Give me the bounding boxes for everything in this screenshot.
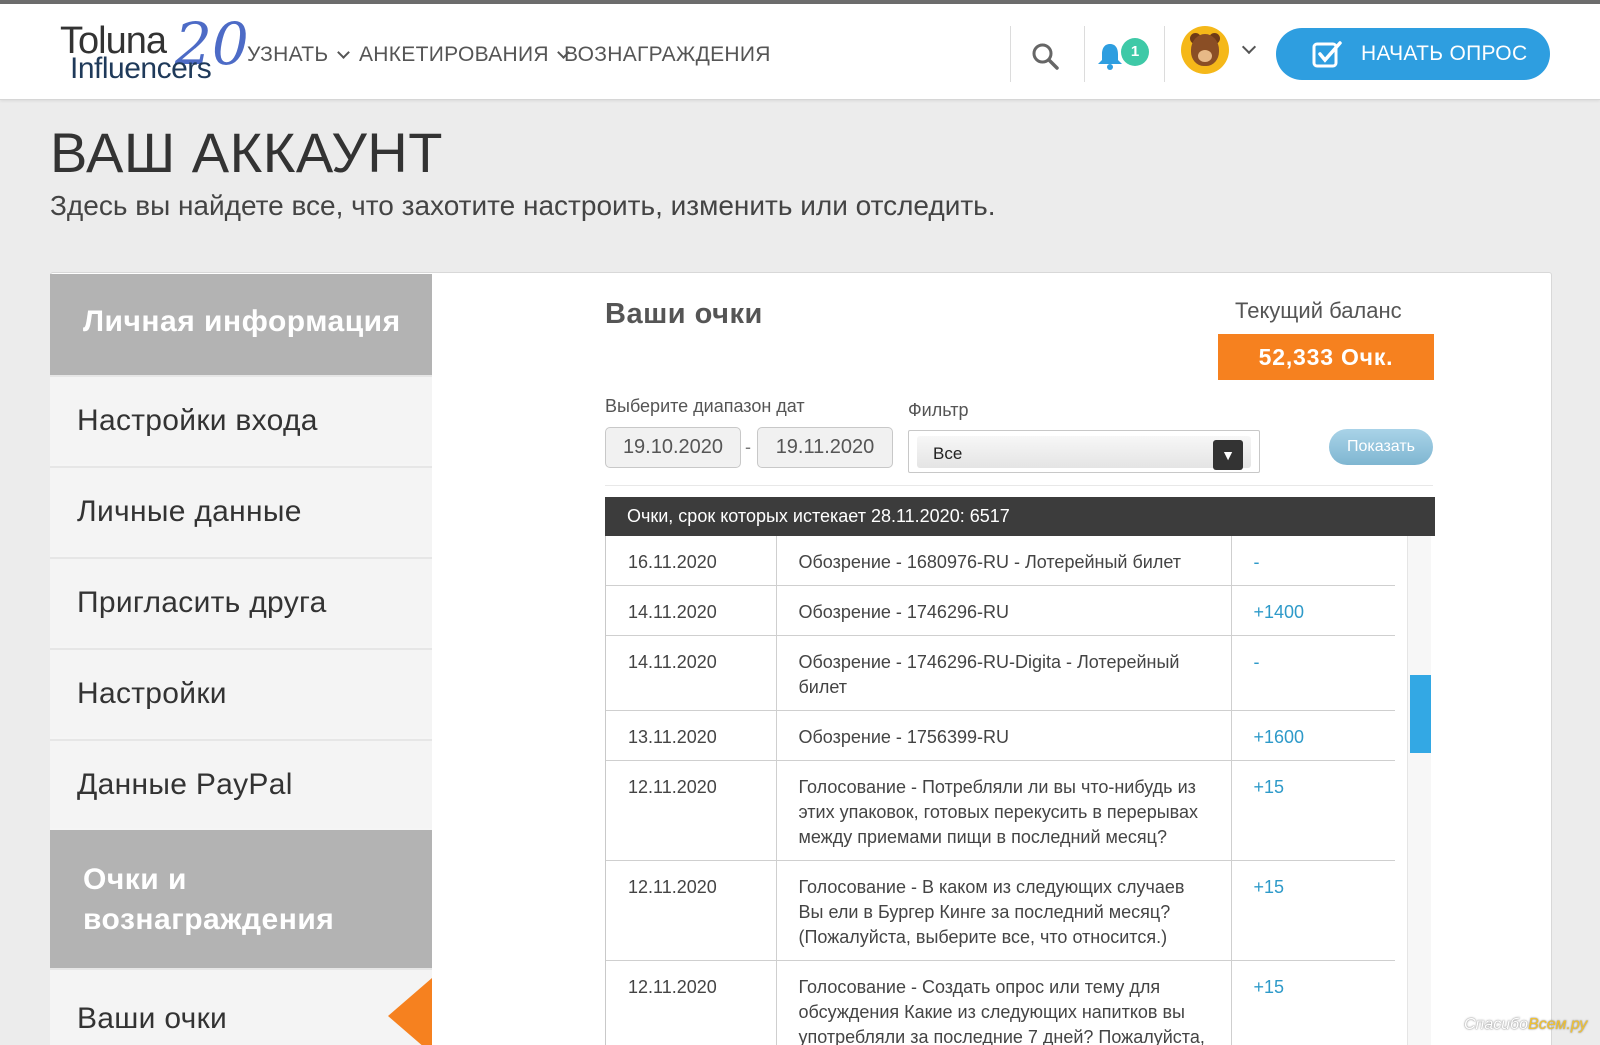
page-title: ВАШ АККАУНТ — [50, 121, 443, 184]
filter-select-value: Все — [933, 444, 963, 463]
nav-surveys[interactable]: АНКЕТИРОВАНИЯ — [359, 40, 570, 70]
row-points: +15 — [1231, 760, 1395, 861]
start-survey-button[interactable]: НАЧАТЬ ОПРОС — [1276, 28, 1550, 80]
divider — [605, 485, 1433, 486]
row-points: +15 — [1231, 960, 1395, 1045]
notification-badge: 1 — [1121, 38, 1149, 66]
balance-value: 52,333 Очк. — [1218, 334, 1434, 380]
row-date: 12.11.2020 — [606, 960, 777, 1045]
table-row: 14.11.2020 Обозрение - 1746296-RU-Digita … — [606, 635, 1395, 711]
points-table: 16.11.2020 Обозрение - 1680976-RU - Лотер… — [606, 536, 1395, 1045]
row-date: 16.11.2020 — [606, 536, 777, 586]
account-sidebar: Личная информация Настройки входа Личные… — [50, 274, 432, 1045]
row-description: Голосование - Создать опрос или тему для… — [776, 960, 1232, 1045]
nav-surveys-label: АНКЕТИРОВАНИЯ — [359, 43, 549, 66]
row-date: 14.11.2020 — [606, 635, 777, 711]
watermark-part2: Всем.ру — [1528, 1016, 1588, 1033]
points-title: Ваши очки — [605, 298, 763, 330]
divider — [1010, 26, 1011, 82]
search-icon[interactable] — [1031, 42, 1059, 70]
divider — [1164, 26, 1165, 82]
date-to-input[interactable]: 19.11.2020 — [757, 427, 893, 468]
points-history-table[interactable]: 16.11.2020 Обозрение - 1680976-RU - Лотер… — [605, 536, 1395, 1045]
table-row: 16.11.2020 Обозрение - 1680976-RU - Лотер… — [606, 536, 1395, 586]
table-row: 12.11.2020 Голосование - Создать опрос ил… — [606, 960, 1395, 1045]
row-date: 13.11.2020 — [606, 710, 777, 761]
chevron-down-icon — [336, 46, 350, 59]
table-row: 12.11.2020 Голосование - Потребляли ли вы… — [606, 760, 1395, 861]
table-row: 14.11.2020 Обозрение - 1746296-RU +1400 — [606, 585, 1395, 636]
watermark-part1: Спасибо — [1464, 1016, 1529, 1033]
sidebar-item-your-points[interactable]: Ваши очки — [50, 968, 432, 1045]
sidebar-item-paypal[interactable]: Данные PayPal — [50, 739, 432, 828]
row-points: - — [1231, 536, 1395, 586]
sidebar-item-login-settings[interactable]: Настройки входа — [50, 375, 432, 464]
show-button[interactable]: Показать — [1329, 429, 1433, 465]
table-row: 12.11.2020 Голосование - В каком из следу… — [606, 860, 1395, 961]
chevron-down-icon[interactable] — [1241, 39, 1257, 55]
notifications-button[interactable]: 1 — [1097, 38, 1153, 78]
sidebar-item-settings[interactable]: Настройки — [50, 648, 432, 737]
sidebar-item-invite-friend[interactable]: Пригласить друга — [50, 557, 432, 646]
nav-rewards-label: ВОЗНАГРАЖДЕНИЯ — [564, 43, 771, 66]
balance-label: Текущий баланс — [1235, 298, 1402, 323]
site-header: Toluna 20 Influencers УЗНАТЬ АНКЕТИРОВАН… — [0, 4, 1600, 100]
scrollbar-thumb[interactable] — [1410, 675, 1431, 753]
row-description: Обозрение - 1746296-RU — [776, 585, 1232, 636]
expiring-points-bar: Очки, срок которых истекает 28.11.2020: … — [605, 497, 1435, 536]
sidebar-section-points-rewards[interactable]: Очки и вознаграждения — [50, 830, 432, 968]
checkbox-icon — [1312, 41, 1342, 68]
row-description: Обозрение - 1746296-RU-Digita - Лотерейн… — [776, 635, 1232, 711]
date-from-input[interactable]: 19.10.2020 — [605, 427, 741, 468]
page-subtitle: Здесь вы найдете все, что захотите настр… — [50, 190, 996, 221]
sidebar-item-personal-data[interactable]: Личные данные — [50, 466, 432, 555]
watermark: СпасибоВсем.ру — [1464, 1016, 1587, 1034]
toluna-logo[interactable]: Toluna 20 Influencers — [60, 10, 249, 88]
scrollbar-track[interactable] — [1407, 536, 1431, 1045]
divider — [1084, 26, 1085, 82]
sidebar-section-personal[interactable]: Личная информация — [50, 274, 432, 375]
row-date: 12.11.2020 — [606, 860, 777, 961]
date-range-label: Выберите диапазон дат — [605, 396, 805, 416]
date-separator: - — [745, 437, 751, 457]
row-description: Обозрение - 1756399-RU — [776, 710, 1232, 761]
filter-select-inner: Все ▼ — [917, 436, 1251, 470]
bell-icon — [1098, 44, 1122, 70]
active-item-indicator — [388, 978, 432, 1045]
row-points: +1400 — [1231, 585, 1395, 636]
filter-label: Фильтр — [908, 400, 969, 420]
row-description: Обозрение - 1680976-RU - Лотерейный биле… — [776, 536, 1232, 586]
nav-learn[interactable]: УЗНАТЬ — [247, 40, 350, 70]
row-description: Голосование - Потребляли ли вы что-нибуд… — [776, 760, 1232, 861]
filter-select[interactable]: Все ▼ — [908, 430, 1260, 473]
avatar-muzzle — [1198, 50, 1212, 62]
row-points: - — [1231, 635, 1395, 711]
row-points: +15 — [1231, 860, 1395, 961]
table-row: 13.11.2020 Обозрение - 1756399-RU +1600 — [606, 710, 1395, 761]
row-date: 14.11.2020 — [606, 585, 777, 636]
row-description: Голосование - В каком из следующих случа… — [776, 860, 1232, 961]
row-points: +1600 — [1231, 710, 1395, 761]
start-survey-label: НАЧАТЬ ОПРОС — [1361, 42, 1528, 65]
nav-rewards[interactable]: ВОЗНАГРАЖДЕНИЯ — [564, 40, 771, 70]
logo-line2: Influencers — [70, 52, 212, 85]
row-date: 12.11.2020 — [606, 760, 777, 861]
nav-learn-label: УЗНАТЬ — [247, 43, 329, 66]
bear-avatar[interactable] — [1181, 26, 1229, 74]
dropdown-arrow-icon: ▼ — [1213, 440, 1243, 470]
